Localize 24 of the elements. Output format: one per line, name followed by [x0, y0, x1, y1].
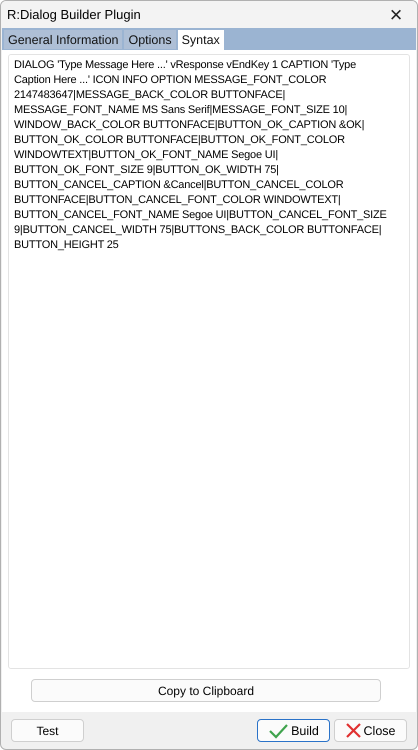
checkmark-icon	[268, 722, 288, 738]
syntax-line: WINDOW_BACK_COLOR BUTTONFACE|BUTTON_OK_CAPTION &OK|	[14, 118, 364, 133]
test-button[interactable]: Test	[11, 719, 84, 742]
syntax-line: BUTTON_CANCEL_CAPTION &Cancel|BUTTON_CANCEL_COLOR	[14, 178, 344, 193]
close-dialog-button[interactable]: Close	[334, 719, 407, 742]
syntax-line: WINDOWTEXT|BUTTON_OK_FONT_NAME Segoe UI|	[14, 148, 278, 163]
close-button[interactable]: ×	[381, 4, 411, 26]
build-button[interactable]: Build	[257, 719, 330, 742]
syntax-line: MESSAGE_FONT_NAME MS Sans Serif|MESSAGE_FONT_SIZE 10|	[14, 103, 348, 118]
tab[interactable]: General Information	[4, 30, 122, 49]
tab[interactable]: Options	[124, 30, 176, 49]
window-title: R:Dialog Builder Plugin	[7, 7, 141, 22]
syntax-line: BUTTON_CANCEL_FONT_NAME Segoe UI|BUTTON_CANCEL_FONT_SIZE	[14, 208, 387, 223]
syntax-line: 9|BUTTON_CANCEL_WIDTH 75|BUTTONS_BACK_COLOR BUTTONFACE|	[14, 223, 382, 238]
copy-to-clipboard-button[interactable]: Copy to Clipboard	[31, 679, 381, 702]
syntax-line: BUTTON_OK_FONT_SIZE 9|BUTTON_OK_WIDTH 75|	[14, 163, 279, 178]
syntax-line: BUTTON_HEIGHT 25	[14, 238, 119, 253]
syntax-line: BUTTONFACE|BUTTON_CANCEL_FONT_COLOR WINDOWTEXT|	[14, 193, 341, 208]
syntax-line: Caption Here ...' ICON INFO OPTION MESSAGE_FONT_COLOR	[14, 73, 326, 88]
syntax-line: BUTTON_OK_COLOR BUTTONFACE|BUTTON_OK_FONT_COLOR	[14, 133, 345, 148]
syntax-line: 2147483647|MESSAGE_BACK_COLOR BUTTONFACE|	[14, 88, 286, 103]
syntax-line: DIALOG 'Type Message Here ...' vResponse vEndKey 1 CAPTION 'Type	[14, 58, 356, 73]
tab[interactable]: Syntax	[178, 30, 224, 50]
close-icon	[346, 723, 361, 738]
